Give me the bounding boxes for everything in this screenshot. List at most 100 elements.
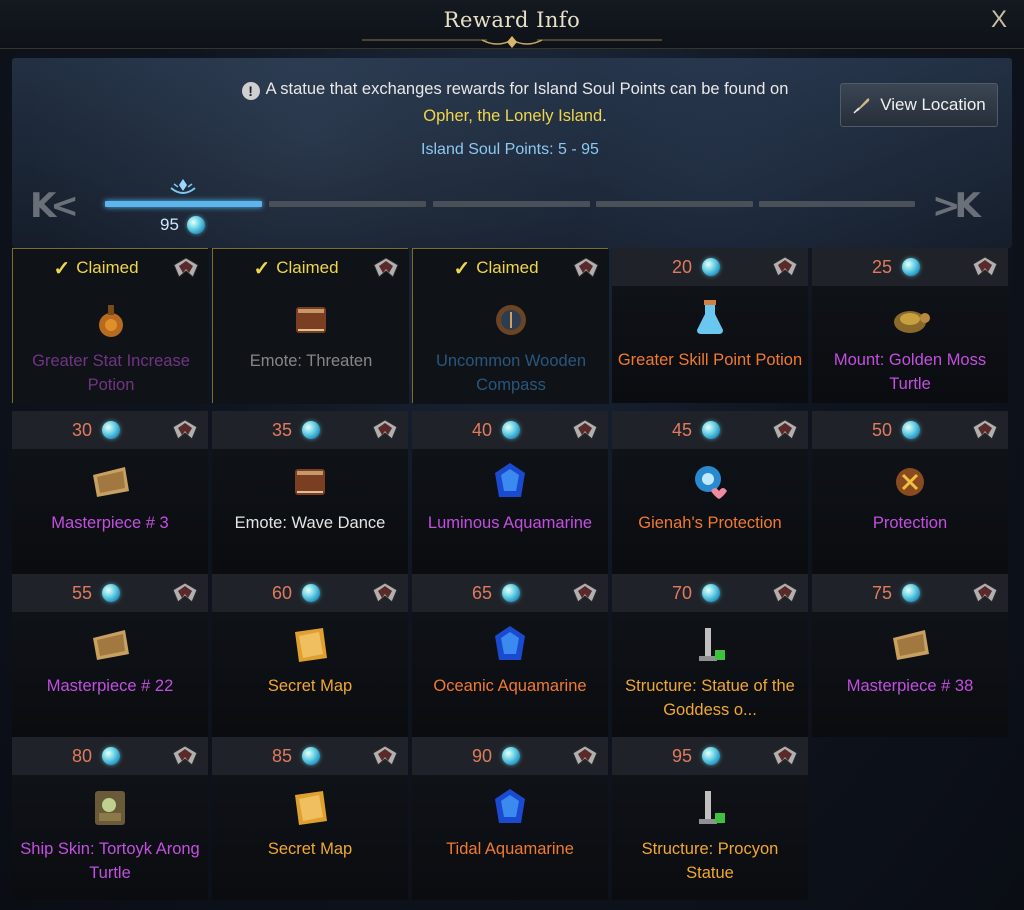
reward-card[interactable]: ✓ Claimed Uncommon Wooden Compass xyxy=(412,248,609,404)
reward-points: 55 xyxy=(71,582,93,603)
check-icon: ✓ xyxy=(453,257,471,280)
progress-marker-icon xyxy=(170,179,196,194)
reward-points: 80 xyxy=(71,745,93,766)
reward-name: Emote: Wave Dance xyxy=(234,514,386,532)
reward-points: 30 xyxy=(71,419,93,440)
reward-points: 70 xyxy=(671,582,693,603)
check-icon: ✓ xyxy=(253,257,271,280)
reward-cost: 75 xyxy=(872,583,921,604)
soul-points-range: Island Soul Points: 5 - 95 xyxy=(421,141,599,158)
wishlist-icon[interactable] xyxy=(170,743,200,769)
reward-cost: 55 xyxy=(71,582,121,604)
wishlist-icon[interactable] xyxy=(570,580,600,606)
wishlist-icon[interactable] xyxy=(770,743,800,769)
soul-point-orb-icon xyxy=(902,421,921,439)
reward-points: 60 xyxy=(271,582,293,603)
statue-icon xyxy=(685,783,735,833)
wishlist-icon[interactable] xyxy=(770,580,800,606)
reward-card-body: Tidal Aquamarine xyxy=(412,775,608,900)
reward-card-body: Secret Map xyxy=(212,775,408,900)
reward-name: Secret Map xyxy=(267,677,353,695)
wishlist-icon[interactable] xyxy=(970,417,1000,443)
wishlist-icon[interactable] xyxy=(770,417,800,443)
view-location-button[interactable]: View Location xyxy=(840,83,998,127)
painting-icon xyxy=(85,457,135,507)
reward-card-body: Mount: Golden Moss Turtle xyxy=(812,286,1008,403)
reward-name: Mount: Golden Moss Turtle xyxy=(833,351,987,393)
book-icon xyxy=(286,295,336,345)
reward-card-header: 65 xyxy=(412,574,608,612)
reward-card[interactable]: 65 Oceanic Aquamarine xyxy=(412,574,608,737)
claimed-status: ✓ Claimed xyxy=(453,256,538,281)
reward-cost: 90 xyxy=(471,745,521,767)
wishlist-icon[interactable] xyxy=(370,580,400,606)
wishlist-icon[interactable] xyxy=(570,417,600,443)
wishlist-icon[interactable] xyxy=(970,254,1000,280)
reward-card[interactable]: ✓ Claimed Greater Stat Increase Potion xyxy=(12,248,209,404)
reward-name: Structure: Statue of the Goddess o... xyxy=(625,677,795,719)
soul-point-orb-icon xyxy=(302,421,321,439)
reward-card[interactable]: 90 Tidal Aquamarine xyxy=(412,737,608,900)
reward-card[interactable]: 35 Emote: Wave Dance xyxy=(212,411,408,574)
reward-grid: ✓ Claimed Greater Stat Increase Potion ✓ Cla… xyxy=(12,248,1012,900)
soul-point-orb-icon xyxy=(186,216,205,234)
reward-card[interactable]: ✓ Claimed Emote: Threaten xyxy=(212,248,409,404)
soul-point-orb-icon xyxy=(102,747,121,765)
reward-card-body: Emote: Wave Dance xyxy=(212,449,408,574)
wishlist-icon[interactable] xyxy=(370,743,400,769)
book-icon xyxy=(285,457,335,507)
reward-card-header: 60 xyxy=(212,574,408,612)
wishlist-icon[interactable] xyxy=(571,255,601,281)
info-icon: ! xyxy=(241,82,260,100)
reward-card[interactable]: 60 Secret Map xyxy=(212,574,408,737)
reward-card-body: Masterpiece # 38 xyxy=(812,612,1008,737)
reward-card[interactable]: 25 Mount: Golden Moss Turtle xyxy=(812,248,1008,403)
reward-name: Emote: Threaten xyxy=(249,352,373,370)
reward-name: Masterpiece # 3 xyxy=(51,514,169,532)
reward-points: 40 xyxy=(471,419,493,440)
reward-card[interactable]: 75 Masterpiece # 38 xyxy=(812,574,1008,737)
reward-card-header: 70 xyxy=(612,574,808,612)
reward-card-body: Uncommon Wooden Compass xyxy=(413,287,609,404)
reward-card-body: Ship Skin: Tortoyk Arong Turtle xyxy=(12,775,208,900)
reward-name: Luminous Aquamarine xyxy=(427,514,593,532)
wishlist-icon[interactable] xyxy=(371,255,401,281)
close-button[interactable]: X xyxy=(986,6,1012,34)
reward-cost: 70 xyxy=(671,582,721,604)
location-link: Opher, the Lonely Island xyxy=(423,107,603,125)
reward-cost: 65 xyxy=(471,582,521,604)
reward-name: Structure: Procyon Statue xyxy=(641,840,779,882)
reward-card[interactable]: 50 Protection xyxy=(812,411,1008,574)
next-page-arrow[interactable]: >K xyxy=(932,186,981,226)
wishlist-icon[interactable] xyxy=(570,743,600,769)
reward-card[interactable]: 45 Gienah's Protection xyxy=(612,411,808,574)
notice-suffix: . xyxy=(602,107,607,125)
wishlist-icon[interactable] xyxy=(770,254,800,280)
wishlist-icon[interactable] xyxy=(170,580,200,606)
soul-point-orb-icon xyxy=(502,584,521,602)
orb-heart-icon xyxy=(685,457,735,507)
wishlist-icon[interactable] xyxy=(170,417,200,443)
wishlist-icon[interactable] xyxy=(970,580,1000,606)
reward-points: 90 xyxy=(471,745,493,766)
gem-icon xyxy=(485,620,535,670)
statue-icon xyxy=(685,620,735,670)
reward-cost: 95 xyxy=(672,746,721,767)
soul-point-orb-icon xyxy=(902,258,921,276)
progress-segment xyxy=(596,201,753,207)
wishlist-icon[interactable] xyxy=(171,255,201,281)
reward-card[interactable]: 40 Luminous Aquamarine xyxy=(412,411,608,574)
reward-card[interactable]: 80 Ship Skin: Tortoyk Arong Turtle xyxy=(12,737,208,900)
reward-card[interactable]: 20 Greater Skill Point Potion xyxy=(612,248,808,403)
reward-points: 65 xyxy=(471,582,493,603)
reward-card[interactable]: 55 Masterpiece # 22 xyxy=(12,574,208,737)
wishlist-icon[interactable] xyxy=(370,417,400,443)
reward-points: 45 xyxy=(671,419,693,440)
reward-card[interactable]: 30 Masterpiece # 3 xyxy=(12,411,208,574)
reward-card[interactable]: 95 Structure: Procyon Statue xyxy=(612,737,808,900)
reward-card[interactable]: 70 Structure: Statue of the Goddess o... xyxy=(612,574,808,737)
title-ornament-icon xyxy=(362,36,662,48)
claimed-status: ✓ Claimed xyxy=(53,256,138,281)
prev-page-arrow[interactable]: K< xyxy=(30,186,79,226)
reward-card[interactable]: 85 Secret Map xyxy=(212,737,408,900)
